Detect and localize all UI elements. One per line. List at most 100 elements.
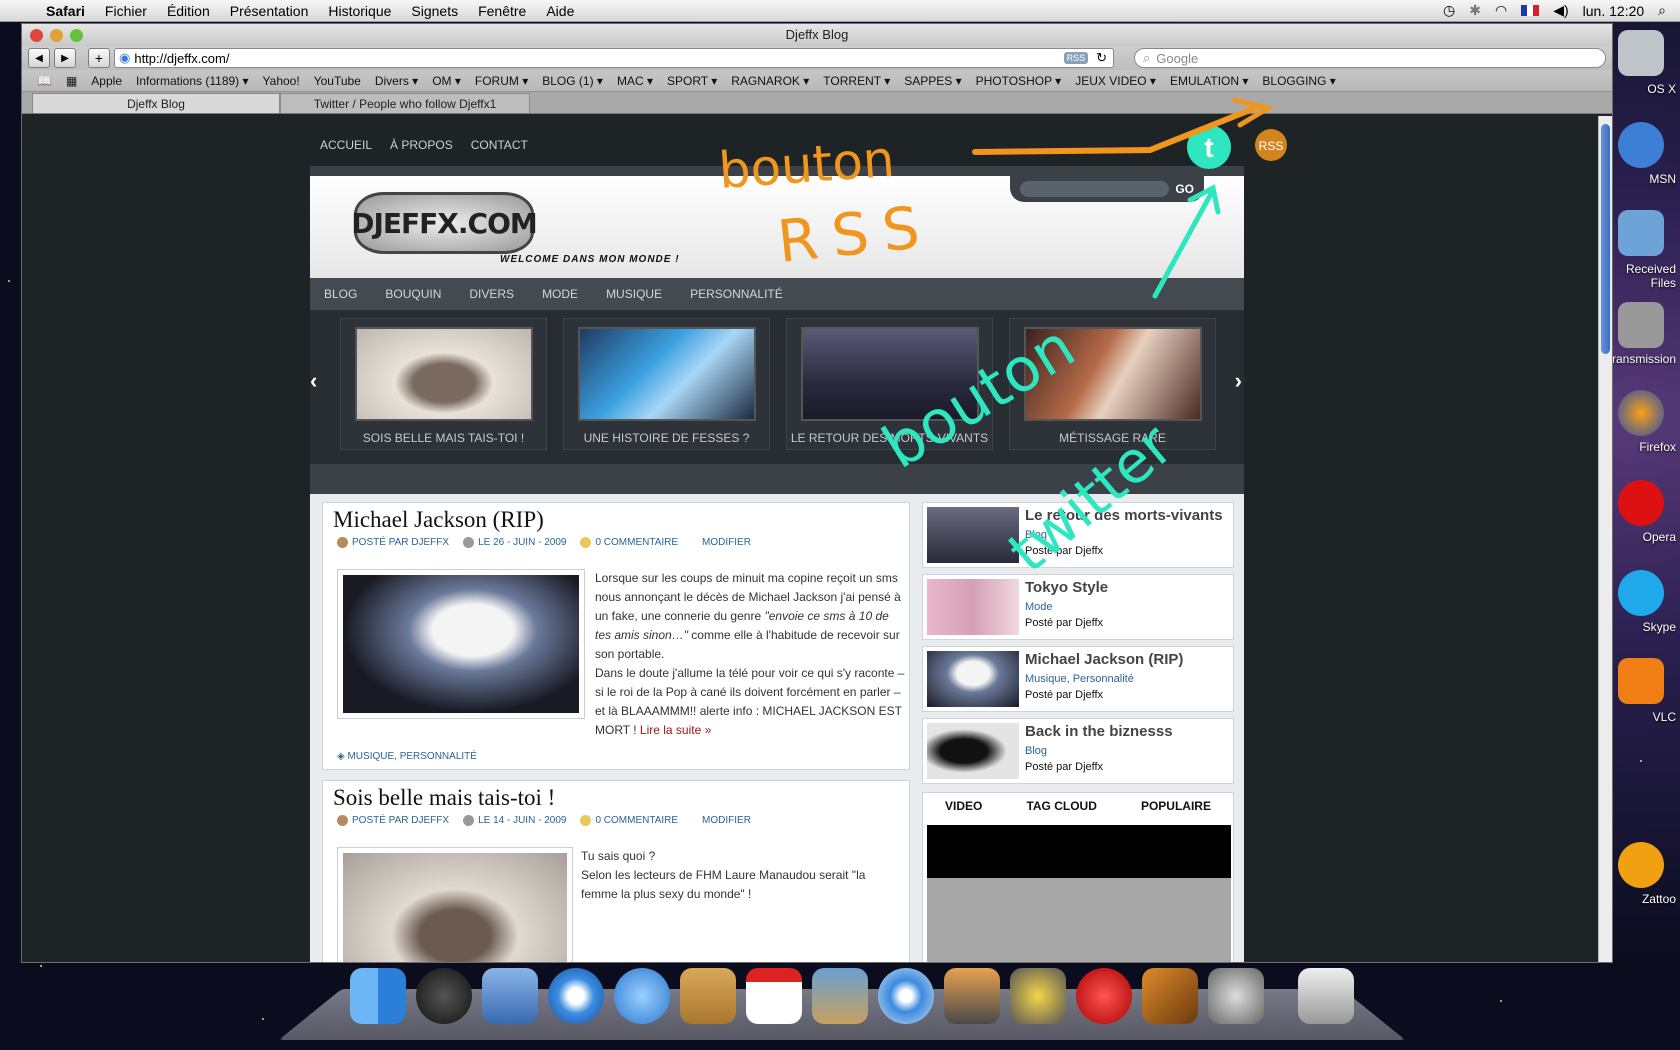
scrollbar-thumb[interactable]	[1601, 124, 1610, 354]
vertical-scrollbar[interactable]	[1598, 116, 1612, 962]
post-author[interactable]: POSTÉ PAR DJEFFX	[337, 815, 449, 826]
sidebar-item[interactable]: Le retour des morts-vivants Blog Posté p…	[922, 502, 1234, 568]
sidebar-item-category[interactable]: Mode	[1025, 601, 1053, 613]
address-book-icon[interactable]	[680, 968, 736, 1024]
menu-aide[interactable]: Aide	[536, 3, 584, 19]
sidebar-item-title[interactable]: Tokyo Style	[1025, 579, 1108, 596]
cat-mode[interactable]: MODE	[542, 287, 578, 301]
skype-icon[interactable]	[1618, 570, 1664, 616]
dashboard-icon[interactable]	[416, 968, 472, 1024]
menu-app-safari[interactable]: Safari	[36, 3, 95, 19]
folder-icon[interactable]	[1618, 210, 1664, 256]
minimize-button[interactable]	[50, 29, 63, 42]
time-machine-icon[interactable]: ◷	[1443, 2, 1455, 19]
bluetooth-icon[interactable]: ✱	[1469, 2, 1481, 19]
firefox-icon[interactable]	[1618, 390, 1664, 436]
bookmarks-book-icon[interactable]: 📖	[30, 74, 59, 88]
post-image[interactable]	[337, 569, 585, 719]
read-more-link[interactable]: Lire la suite »	[640, 723, 711, 737]
menu-historique[interactable]: Historique	[318, 3, 401, 19]
bookmark-blog[interactable]: BLOG (1) ▾	[535, 74, 610, 88]
bookmark-sappes[interactable]: SAPPES ▾	[897, 74, 968, 88]
post-title[interactable]: Michael Jackson (RIP)	[323, 503, 909, 533]
slide-3[interactable]: LE RETOUR DES MORTS-VIVANTS	[786, 318, 993, 450]
post-title[interactable]: Sois belle mais tais-toi !	[323, 781, 909, 811]
bookmark-mac[interactable]: MAC ▾	[610, 74, 660, 88]
zoom-button[interactable]	[70, 29, 83, 42]
slide-1[interactable]: SOIS BELLE MAIS TAIS-TOI !	[340, 318, 547, 450]
system-preferences-icon[interactable]	[1208, 968, 1264, 1024]
iphoto-icon[interactable]	[812, 968, 868, 1024]
vlc-icon[interactable]	[1618, 658, 1664, 704]
cat-musique[interactable]: MUSIQUE	[606, 287, 662, 301]
sidebar-item[interactable]: Michael Jackson (RIP) Musique, Personnal…	[922, 646, 1234, 712]
tab-twitter[interactable]: Twitter / People who follow Djeffx1	[280, 93, 530, 113]
post-comments[interactable]: 0 COMMENTAIRE	[580, 537, 678, 548]
transmission-icon[interactable]	[1618, 302, 1664, 348]
bookmark-emulation[interactable]: EMULATION ▾	[1163, 74, 1255, 88]
trash-icon[interactable]	[1298, 968, 1354, 1024]
image-capture-icon[interactable]	[944, 968, 1000, 1024]
bookmark-jeux-video[interactable]: JEUX VIDEO ▾	[1068, 74, 1163, 88]
bookmark-forum[interactable]: FORUM ▾	[468, 74, 535, 88]
sidebar-item-title[interactable]: Back in the biznesss	[1025, 723, 1173, 740]
garageband-icon[interactable]	[1142, 968, 1198, 1024]
tab-djeffx-blog[interactable]: Djeffx Blog	[32, 93, 280, 113]
itunes-icon[interactable]	[878, 968, 934, 1024]
cat-blog[interactable]: BLOG	[324, 287, 357, 301]
ical-icon[interactable]	[746, 968, 802, 1024]
google-search-field[interactable]: ⌕ Google	[1134, 48, 1606, 68]
bookmark-yahoo[interactable]: Yahoo!	[256, 74, 307, 88]
bookmark-ragnarok[interactable]: RAGNAROK ▾	[724, 74, 816, 88]
top-sites-grid-icon[interactable]: ▦	[59, 74, 84, 88]
sidebar-item-category[interactable]: Blog	[1025, 745, 1047, 757]
sidebar-item-category[interactable]: Musique, Personnalité	[1025, 673, 1134, 685]
bookmark-photoshop[interactable]: PHOTOSHOP ▾	[969, 74, 1069, 88]
bookmark-apple[interactable]: Apple	[84, 74, 129, 88]
sidebar-item[interactable]: Tokyo Style Mode Posté par Djeffx	[922, 574, 1234, 640]
back-button[interactable]: ◀	[28, 48, 50, 68]
sidebar-item-title[interactable]: Michael Jackson (RIP)	[1025, 651, 1183, 668]
osx-drive-icon[interactable]	[1618, 30, 1664, 76]
bookmark-informations[interactable]: Informations (1189) ▾	[129, 74, 256, 88]
close-button[interactable]	[30, 29, 43, 42]
address-bar[interactable]: ◉ http://djeffx.com/ RSS ↻	[114, 48, 1114, 68]
sidebar-item[interactable]: Back in the biznesss Blog Posté par Djef…	[922, 718, 1234, 784]
ichat-icon[interactable]	[614, 968, 670, 1024]
mail-icon[interactable]	[482, 968, 538, 1024]
post-edit-link[interactable]: MODIFIER	[702, 537, 751, 548]
post-comments[interactable]: 0 COMMENTAIRE	[580, 815, 678, 826]
post-author[interactable]: POSTÉ PAR DJEFFX	[337, 537, 449, 548]
rss-badge[interactable]: RSS	[1063, 52, 1089, 64]
site-search-go-button[interactable]: GO	[1175, 182, 1194, 196]
post-edit-link[interactable]: MODIFIER	[702, 815, 751, 826]
nav-contact[interactable]: CONTACT	[471, 138, 528, 152]
cat-bouquin[interactable]: BOUQUIN	[385, 287, 441, 301]
opera-icon[interactable]	[1618, 480, 1664, 526]
bookmark-youtube[interactable]: YouTube	[307, 74, 368, 88]
post-tags[interactable]: ◈ MUSIQUE, PERSONNALITÉ	[337, 751, 477, 762]
bookmark-torrent[interactable]: TORRENT ▾	[816, 74, 897, 88]
add-bookmark-button[interactable]: +	[88, 48, 110, 68]
bookmark-om[interactable]: OM ▾	[425, 74, 468, 88]
menubar-clock[interactable]: lun. 12:20	[1583, 3, 1645, 19]
zattoo-icon[interactable]	[1618, 842, 1664, 888]
bookmark-divers[interactable]: Divers ▾	[368, 74, 425, 88]
menu-fichier[interactable]: Fichier	[95, 3, 157, 19]
video-player[interactable]	[927, 825, 1231, 962]
menu-edition[interactable]: Édition	[157, 3, 220, 19]
slide-2[interactable]: UNE HISTOIRE DE FESSES ?	[563, 318, 770, 450]
finder-icon[interactable]	[350, 968, 406, 1024]
reload-icon[interactable]: ↻	[1096, 50, 1107, 66]
forward-button[interactable]: ▶	[54, 48, 76, 68]
nav-accueil[interactable]: ACCUEIL	[320, 138, 372, 152]
menu-signets[interactable]: Signets	[401, 3, 468, 19]
bookmark-sport[interactable]: SPORT ▾	[660, 74, 724, 88]
slide-4[interactable]: MÉTISSAGE RARE	[1009, 318, 1216, 450]
menu-presentation[interactable]: Présentation	[220, 3, 319, 19]
cat-personnalite[interactable]: PERSONNALITÉ	[690, 287, 783, 301]
volume-icon[interactable]: ◀)	[1553, 2, 1568, 19]
wifi-icon[interactable]: ◠	[1495, 2, 1507, 19]
sidebar-item-title[interactable]: Le retour des morts-vivants	[1025, 507, 1223, 524]
bookmark-blogging[interactable]: BLOGGING ▾	[1255, 74, 1342, 88]
